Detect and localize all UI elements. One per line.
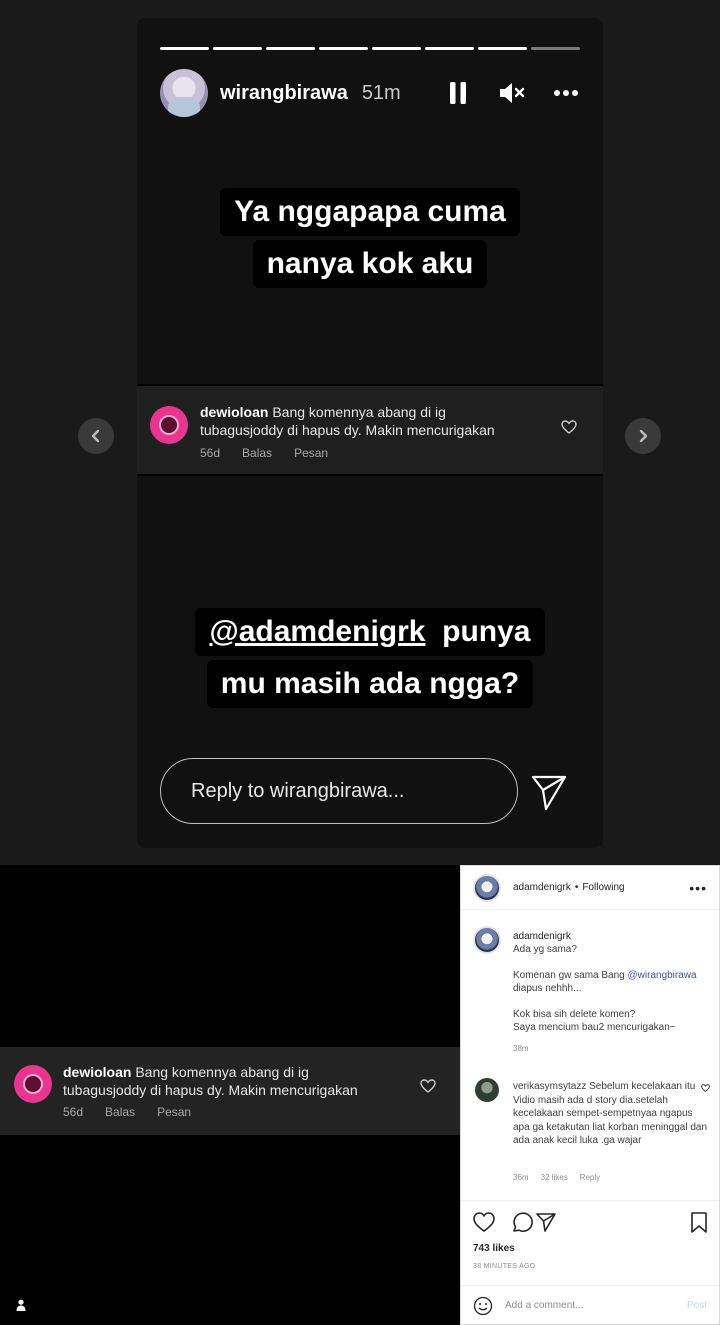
mute-button[interactable] bbox=[498, 79, 526, 107]
comment-text: dewioloan Bang komennya abang di ig tuba… bbox=[200, 403, 540, 439]
comment-meta: 56d Balas Pesan bbox=[200, 446, 328, 460]
avatar[interactable] bbox=[473, 926, 501, 954]
comment-reply-link[interactable]: Balas bbox=[105, 1105, 135, 1119]
caption-line: nanya kok aku bbox=[252, 240, 488, 288]
progress-segment-current bbox=[531, 47, 580, 50]
caption-line: Komenan gw sama Bang @wirangbirawa bbox=[513, 970, 697, 981]
comment-body-line2: tubagusjoddy di hapus dy. Makin mencurig… bbox=[63, 1082, 358, 1098]
story-username[interactable]: wirangbirawa bbox=[220, 82, 348, 105]
progress-segment bbox=[478, 47, 527, 50]
next-story-button[interactable] bbox=[625, 418, 661, 454]
caption-mention[interactable]: @wirangbirawa bbox=[628, 970, 697, 981]
comment-age: 56d bbox=[63, 1105, 84, 1119]
separator-dot: • bbox=[574, 882, 579, 893]
story-progress-bar bbox=[160, 47, 580, 50]
caption-text: punya bbox=[442, 615, 531, 648]
instagram-post-panel: adamdenigrk • Following ••• adamdenigrk … bbox=[460, 865, 720, 1325]
caption-line: diapus nehhh... bbox=[513, 983, 582, 994]
comment-username: dewioloan bbox=[200, 404, 269, 420]
post-username[interactable]: adamdenigrk bbox=[513, 882, 571, 893]
comment-meta: 36m 32 likes Reply bbox=[513, 1173, 600, 1182]
caption-username[interactable]: adamdenigrk bbox=[513, 930, 713, 943]
comment-reply-link[interactable]: Reply bbox=[580, 1173, 600, 1182]
caption-line: Kok bisa sih delete komen? bbox=[513, 1009, 636, 1020]
comment-message-link[interactable]: Pesan bbox=[294, 446, 328, 460]
commenter-avatar bbox=[150, 406, 188, 444]
avatar[interactable] bbox=[160, 69, 208, 117]
comment-username[interactable]: verikasymsytazz bbox=[513, 1081, 586, 1092]
comment-age: 56d bbox=[200, 446, 221, 460]
comment-text: dewioloan Bang komennya abang di ig tuba… bbox=[63, 1063, 423, 1099]
story-caption-bottom: @adamdenigrk punya mu masih ada ngga? bbox=[137, 606, 603, 710]
comment-age: 36m bbox=[513, 1173, 529, 1182]
caption-line: mu masih ada ngga? bbox=[206, 660, 534, 708]
mute-icon bbox=[500, 83, 525, 103]
caption-blank bbox=[513, 995, 713, 1008]
pause-button[interactable] bbox=[444, 79, 472, 107]
story-header: wirangbirawa 51m bbox=[160, 69, 580, 117]
comment-sticker[interactable]: dewioloan Bang komennya abang di ig tuba… bbox=[137, 384, 603, 476]
pause-icon bbox=[450, 82, 466, 104]
heart-icon[interactable] bbox=[473, 1212, 495, 1232]
post-caption: adamdenigrk Ada yg sama? Komenan gw sama… bbox=[513, 930, 713, 1055]
following-button[interactable]: Following bbox=[582, 882, 624, 893]
story-controls bbox=[444, 79, 580, 107]
post-header: adamdenigrk • Following ••• bbox=[461, 866, 719, 910]
post-actions: 743 likes 38 MINUTES AGO Add a comment..… bbox=[461, 1200, 719, 1325]
story-timestamp: 51m bbox=[361, 81, 401, 104]
caption-line: Ya nggapapa cuma bbox=[220, 188, 520, 236]
caption-age: 38m bbox=[513, 1044, 529, 1053]
avatar[interactable] bbox=[475, 1078, 499, 1102]
progress-segment bbox=[372, 47, 421, 50]
more-icon[interactable]: ••• bbox=[689, 880, 707, 896]
send-icon[interactable] bbox=[530, 772, 568, 810]
chevron-left-icon bbox=[91, 429, 100, 443]
comment-username: dewioloan bbox=[63, 1064, 132, 1080]
comment-icon[interactable] bbox=[513, 1212, 533, 1232]
progress-segment bbox=[319, 47, 368, 50]
comment-message-link[interactable]: Pesan bbox=[157, 1105, 191, 1119]
more-options-button[interactable] bbox=[552, 79, 580, 107]
add-comment-bar: Add a comment... Post bbox=[461, 1285, 719, 1325]
screenshot-root: wirangbirawa 51m Ya nggapapa cuma nanya … bbox=[0, 0, 720, 1325]
caption-mention[interactable]: @adamdenigrk bbox=[209, 615, 425, 648]
emoji-icon[interactable] bbox=[473, 1296, 493, 1316]
chevron-right-icon bbox=[639, 429, 648, 443]
comment-likes[interactable]: 32 likes bbox=[541, 1173, 568, 1182]
heart-icon[interactable] bbox=[561, 420, 577, 434]
progress-segment bbox=[266, 47, 315, 50]
comment-body: Bang komennya abang di ig bbox=[272, 404, 446, 420]
avatar[interactable] bbox=[473, 873, 501, 902]
comment-body-line2: tubagusjoddy di hapus dy. Makin mencurig… bbox=[200, 422, 495, 438]
comment-sticker[interactable]: dewioloan Bang komennya abang di ig tuba… bbox=[0, 1047, 460, 1135]
post-comment-button[interactable]: Post bbox=[687, 1300, 707, 1311]
heart-icon[interactable] bbox=[420, 1079, 436, 1093]
add-comment-input[interactable]: Add a comment... bbox=[505, 1300, 583, 1311]
prev-story-button[interactable] bbox=[78, 418, 114, 454]
user-tag-icon[interactable] bbox=[16, 1299, 26, 1311]
story-caption-top: Ya nggapapa cuma nanya kok aku bbox=[137, 186, 603, 290]
heart-icon[interactable] bbox=[701, 1084, 710, 1092]
progress-segment bbox=[213, 47, 262, 50]
comment-reply-link[interactable]: Balas bbox=[242, 446, 272, 460]
commenter-avatar bbox=[14, 1065, 52, 1103]
post-timestamp: 38 MINUTES AGO bbox=[473, 1263, 536, 1270]
reply-input[interactable]: Reply to wirangbirawa... bbox=[160, 758, 518, 824]
like-count[interactable]: 743 likes bbox=[473, 1243, 515, 1254]
share-icon[interactable] bbox=[536, 1213, 556, 1232]
caption-blank bbox=[513, 956, 713, 969]
progress-segment bbox=[425, 47, 474, 50]
story-view-small: dewioloan Bang komennya abang di ig tuba… bbox=[0, 865, 460, 1325]
story-card: wirangbirawa 51m Ya nggapapa cuma nanya … bbox=[137, 18, 603, 848]
comment-text: verikasymsytazz Sebelum kecelakaan itu V… bbox=[513, 1080, 709, 1148]
comment-body: Bang komennya abang di ig bbox=[135, 1064, 309, 1080]
comment-meta: 56d Balas Pesan bbox=[63, 1105, 191, 1119]
bookmark-icon[interactable] bbox=[691, 1212, 707, 1233]
caption-line: @adamdenigrk punya bbox=[195, 608, 545, 656]
more-icon bbox=[554, 90, 578, 96]
caption-line: Ada yg sama? bbox=[513, 944, 577, 955]
progress-segment bbox=[160, 47, 209, 50]
action-icons bbox=[473, 1212, 707, 1233]
caption-line: Saya mencium bau2 mencurigakan~ bbox=[513, 1022, 676, 1033]
